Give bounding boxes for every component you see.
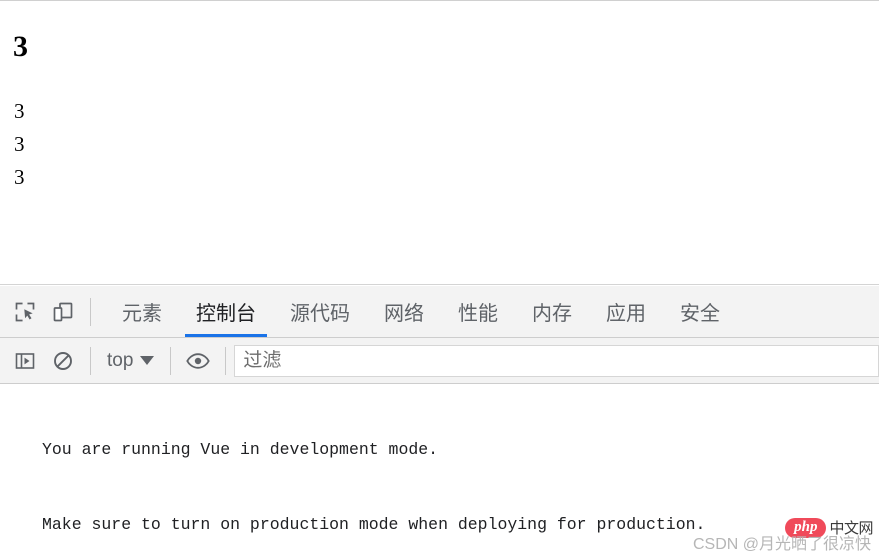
- devtools-panel: 元素 控制台 源代码 网络 性能 内存 应用 安全 top 过滤 You are…: [0, 286, 879, 559]
- page-paragraph-1: 3: [14, 99, 25, 123]
- tab-elements[interactable]: 元素: [105, 286, 179, 337]
- console-sidebar-icon[interactable]: [6, 341, 44, 381]
- tab-application[interactable]: 应用: [589, 286, 663, 337]
- page-heading: 3: [13, 30, 28, 63]
- console-toolbar-divider-2: [170, 346, 172, 375]
- console-toolbar-divider-1: [90, 346, 91, 375]
- console-message-vue-warning[interactable]: You are running Vue in development mode.…: [0, 384, 879, 559]
- console-context-selector[interactable]: top: [99, 345, 162, 377]
- php-cn-logo: php 中文网: [785, 517, 873, 538]
- page-paragraph-3: 3: [14, 165, 25, 189]
- console-line-1: You are running Vue in development mode.: [42, 440, 439, 459]
- browser-window: 3 3 3 3 元素 控制台 源代码 网络 性能 内存 应用 安全 top 过滤…: [0, 0, 879, 559]
- page-paragraph-2: 3: [14, 132, 25, 156]
- console-toolbar: top: [0, 338, 879, 384]
- console-toolbar-divider-3: [225, 346, 227, 375]
- chevron-down-icon: [140, 356, 155, 365]
- console-context-label: top: [107, 349, 134, 371]
- devtools-tab-list: 元素 控制台 源代码 网络 性能 内存 应用 安全: [105, 286, 737, 337]
- php-logo-cn-text: 中文网: [829, 520, 873, 537]
- inspect-element-icon[interactable]: [6, 292, 44, 332]
- tab-performance[interactable]: 性能: [441, 286, 515, 337]
- console-line-2: Make sure to turn on production mode whe…: [42, 515, 706, 534]
- tab-console[interactable]: 控制台: [179, 286, 273, 337]
- console-filter-input[interactable]: [234, 344, 879, 377]
- clear-console-icon[interactable]: [44, 341, 82, 381]
- devtools-tabbar: 元素 控制台 源代码 网络 性能 内存 应用 安全: [0, 286, 879, 338]
- device-toolbar-icon[interactable]: [44, 292, 82, 332]
- php-logo-badge: php: [785, 517, 827, 538]
- page-viewport: 3 3 3 3: [0, 1, 879, 285]
- tab-security[interactable]: 安全: [663, 286, 737, 337]
- toolbar-divider: [90, 297, 91, 326]
- console-message-list: You are running Vue in development mode.…: [0, 384, 879, 559]
- live-expression-eye-icon[interactable]: [179, 341, 217, 381]
- tab-sources[interactable]: 源代码: [273, 286, 367, 337]
- tab-memory[interactable]: 内存: [515, 286, 589, 337]
- tab-network[interactable]: 网络: [367, 286, 441, 337]
